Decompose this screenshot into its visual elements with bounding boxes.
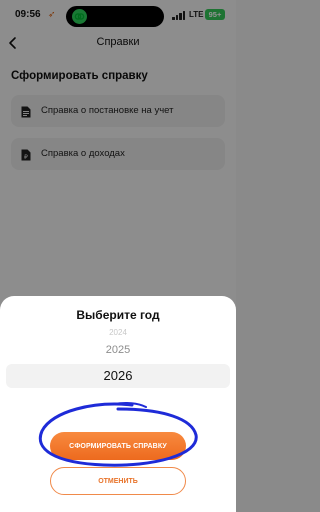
year-option[interactable]: 2025 [0, 344, 236, 356]
sheet-title: Выберите год [76, 308, 160, 322]
year-picker-sheet: Выберите год 2024 2025 2026 СФОРМИРОВАТЬ… [0, 296, 236, 512]
year-option[interactable]: 2024 [0, 328, 236, 337]
generate-certificate-button[interactable]: СФОРМИРОВАТЬ СПРАВКУ [50, 432, 186, 460]
year-option-selected[interactable]: 2026 [0, 368, 236, 383]
cancel-button[interactable]: ОТМЕНИТЬ [50, 467, 186, 495]
